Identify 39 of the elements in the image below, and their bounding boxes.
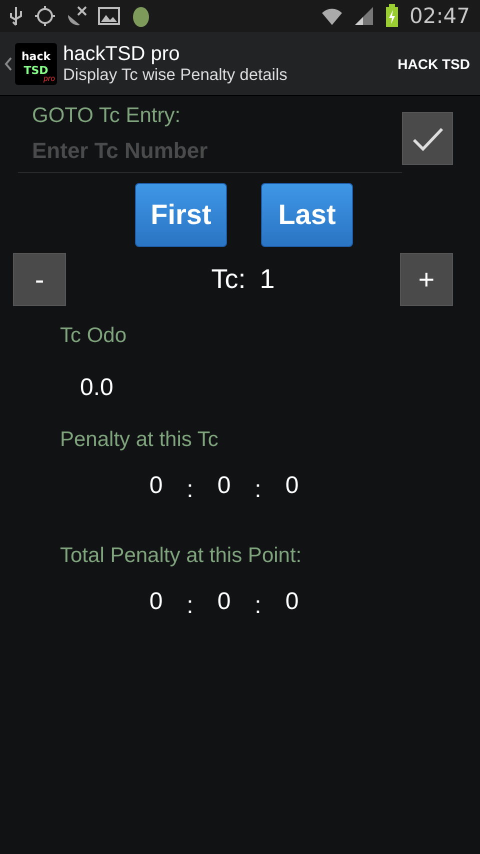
check-icon [410, 126, 444, 152]
logo-text: pro [44, 74, 55, 82]
time-separator: : [186, 476, 194, 504]
penalty-value: 0 [148, 472, 164, 500]
status-time: 02:47 [409, 4, 470, 28]
tc-value: 1 [260, 264, 275, 295]
hack-tsd-action[interactable]: HACK TSD [398, 50, 470, 78]
image-icon [98, 5, 120, 27]
increment-button[interactable]: + [400, 253, 453, 306]
goto-label: GOTO Tc Entry: [32, 104, 182, 128]
back-icon[interactable] [4, 56, 12, 70]
nav-button[interactable]: Last [261, 183, 353, 247]
penalty-value: 0 [216, 588, 232, 616]
penalty-value: 0 [216, 472, 232, 500]
penalty-value: 0 [284, 588, 300, 616]
usb-icon [8, 5, 24, 27]
logo-text: hack [21, 51, 51, 62]
penalty-value: 0 [148, 588, 164, 616]
nav-button[interactable]: First [135, 183, 227, 247]
satellite-off-icon [66, 5, 88, 27]
penalty-value: 0 [284, 472, 300, 500]
app-title: hackTSD pro [63, 42, 181, 66]
decrement-button[interactable]: - [13, 253, 66, 306]
odo-label: Tc Odo [60, 324, 128, 348]
battery-icon [385, 4, 400, 28]
tc-number-field[interactable]: Enter Tc Number [18, 128, 402, 173]
time-separator: : [254, 592, 262, 620]
penalty-label: Total Penalty at this Point: [60, 544, 303, 568]
app-subtitle: Display Tc wise Penalty details [63, 66, 288, 84]
confirm-button[interactable] [402, 112, 453, 165]
odo-value: 0.0 [80, 374, 114, 402]
tc-label: Tc: [211, 264, 246, 295]
signal-icon [353, 5, 376, 27]
logo-text: TSD [24, 65, 48, 76]
time-separator: : [186, 592, 194, 620]
penalty-label: Penalty at this Tc [60, 428, 220, 452]
time-separator: : [254, 476, 262, 504]
app-logo[interactable]: hack TSD pro [15, 42, 57, 84]
gps-icon [34, 5, 56, 27]
